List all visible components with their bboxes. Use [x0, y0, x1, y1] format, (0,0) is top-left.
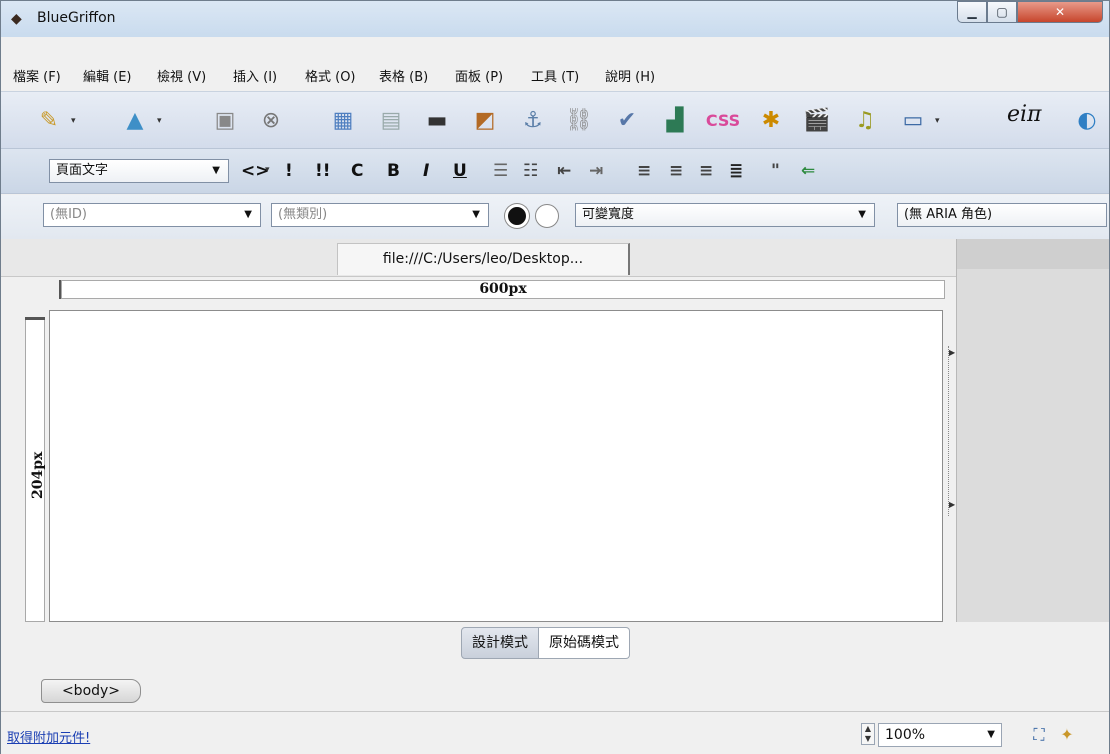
close-window-button[interactable]: ✕	[1017, 1, 1103, 23]
splitter-arrow-icon: ▶	[949, 500, 956, 509]
addons-puzzle-icon[interactable]: ✦	[1055, 723, 1079, 747]
new-document-icon[interactable]: ✎	[33, 104, 65, 136]
menu-tools[interactable]: 工具 (T)	[531, 66, 579, 85]
view-mode-switch: 設計模式 原始碼模式	[461, 627, 630, 661]
anchor-icon[interactable]: ⚓	[517, 104, 549, 136]
window-title: BlueGriffon	[37, 10, 116, 26]
menu-view[interactable]: 檢視 (V)	[157, 66, 206, 85]
document-tab-bar: file:///C:/Users/leo/Desktop...	[1, 239, 956, 277]
width-select-value: 可變寬度	[582, 207, 635, 222]
zoom-value: 100%	[885, 727, 926, 743]
publish-icon[interactable]: ▲	[119, 104, 151, 136]
menu-table[interactable]: 表格 (B)	[379, 66, 428, 85]
menu-edit[interactable]: 編輯 (E)	[83, 66, 132, 85]
align-left-button[interactable]: ≡	[637, 161, 651, 181]
breadcrumb-body[interactable]: <body>	[41, 679, 141, 703]
style-icon[interactable]: ✱	[755, 104, 787, 136]
align-center-button[interactable]: ≡	[669, 161, 683, 181]
emphasis-button[interactable]: !	[285, 161, 293, 181]
bullet-list-button[interactable]: ☰	[493, 161, 508, 181]
vertical-ruler-marker[interactable]	[25, 317, 45, 320]
underline-button[interactable]: U	[453, 161, 467, 181]
chevron-down-icon: ▼	[472, 209, 480, 220]
menu-file[interactable]: 檔案 (F)	[13, 66, 61, 85]
menu-insert[interactable]: 插入 (I)	[233, 66, 277, 85]
id-select[interactable]: (無ID) ▼	[43, 203, 261, 227]
align-right-button[interactable]: ≡	[699, 161, 713, 181]
title-bar: ◆ BlueGriffon ▁ ▢ ✕	[1, 1, 1109, 37]
app-window: ◆ BlueGriffon ▁ ▢ ✕ 檔案 (F) 編輯 (E) 檢視 (V)…	[0, 0, 1110, 754]
menu-help[interactable]: 說明 (H)	[605, 66, 655, 85]
browser-icon[interactable]: ◐	[1071, 104, 1103, 136]
document-tab[interactable]: file:///C:/Users/leo/Desktop...	[337, 243, 630, 275]
window-icon[interactable]: ▭	[897, 104, 929, 136]
format-toolbar: 頁面文字 ▼ <> ▾ ! !! C B I U ☰ ☷ ⇤ ⇥ ≡ ≡ ≡ ≣…	[1, 149, 1109, 194]
window-dropdown-arrow-icon[interactable]: ▾	[935, 116, 940, 126]
publish-dropdown-arrow-icon[interactable]: ▾	[157, 116, 162, 126]
horizontal-ruler: 600px	[61, 280, 945, 299]
form-icon[interactable]: ▤	[375, 104, 407, 136]
bluegriffon-logo-icon: ◆	[11, 11, 22, 27]
css-icon[interactable]: CSS	[706, 104, 740, 136]
bold-button[interactable]: B	[387, 161, 400, 181]
blockquote-button[interactable]: "	[771, 161, 780, 181]
indent-button[interactable]: ⇥	[589, 161, 603, 181]
strong-button[interactable]: !!	[315, 161, 331, 181]
paragraph-format-value: 頁面文字	[56, 163, 109, 178]
menu-panels[interactable]: 面板 (P)	[455, 66, 503, 85]
chevron-down-icon: ▼	[244, 209, 252, 220]
menu-format[interactable]: 格式 (O)	[305, 66, 356, 85]
chevron-down-icon: ▼	[858, 209, 866, 220]
design-mode-button[interactable]: 設計模式	[461, 627, 539, 659]
status-bar: 取得附加元件! ▲ ▼ 100% ▼ ⛶ ✦	[1, 711, 1109, 754]
width-select[interactable]: 可變寬度 ▼	[575, 203, 875, 227]
close-document-icon[interactable]: ⊗	[255, 104, 287, 136]
class-select-value: (無類別)	[278, 207, 328, 222]
aria-role-select[interactable]: (無 ARIA 角色)	[897, 203, 1107, 227]
chart-icon[interactable]: ▟	[659, 104, 691, 136]
italic-button[interactable]: I	[423, 161, 429, 181]
main-toolbar: ✎ ▾ ▲ ▾ ▣ ⊗ ▦ ▤ ▬ ◩ ⚓ ⛓ ✔ ▟ CSS ✱ 🎬 ♫ ▭ …	[1, 91, 1109, 149]
image-icon[interactable]: ▬	[421, 104, 453, 136]
remove-format-button[interactable]: ⇐	[801, 161, 815, 181]
image-map-icon[interactable]: ◩	[469, 104, 501, 136]
id-select-value: (無ID)	[50, 207, 87, 222]
link-icon[interactable]: ⛓	[563, 104, 595, 136]
code-button[interactable]: C	[351, 161, 363, 181]
video-icon[interactable]: 🎬	[801, 104, 833, 136]
zoom-select[interactable]: 100% ▼	[878, 723, 1002, 747]
table-icon[interactable]: ▦	[327, 104, 359, 136]
aria-role-value: (無 ARIA 角色)	[904, 207, 993, 222]
panel-splitter[interactable]: ▶ ▶	[948, 346, 955, 516]
side-panel-header	[957, 239, 1109, 269]
new-dropdown-arrow-icon[interactable]: ▾	[71, 116, 76, 126]
justify-button[interactable]: ≣	[729, 161, 743, 181]
tag-dropdown-arrow-icon[interactable]: ▾	[265, 165, 270, 175]
maximize-button[interactable]: ▢	[987, 1, 1017, 23]
paragraph-format-select[interactable]: 頁面文字 ▼	[49, 159, 229, 183]
vertical-ruler-label: 204px	[30, 451, 46, 499]
math-icon[interactable]: eiπ	[1007, 102, 1042, 127]
editor-canvas[interactable]	[49, 310, 943, 622]
chevron-down-icon: ▼	[987, 729, 995, 740]
menu-bar: 檔案 (F) 編輯 (E) 檢視 (V) 插入 (I) 格式 (O) 表格 (B…	[1, 57, 1109, 89]
audio-icon[interactable]: ♫	[849, 104, 881, 136]
source-mode-button[interactable]: 原始碼模式	[539, 627, 630, 659]
chevron-down-icon: ▼	[212, 165, 220, 176]
side-panel	[956, 239, 1109, 622]
splitter-arrow-icon: ▶	[949, 348, 956, 357]
numbered-list-button[interactable]: ☷	[523, 161, 538, 181]
save-icon[interactable]: ▣	[209, 104, 241, 136]
class-select[interactable]: (無類別) ▼	[271, 203, 489, 227]
background-color-icon[interactable]	[535, 204, 559, 228]
spell-check-icon[interactable]: ✔	[611, 104, 643, 136]
zoom-spinner[interactable]: ▲ ▼	[861, 723, 875, 745]
get-addons-link[interactable]: 取得附加元件!	[7, 727, 90, 746]
outdent-button[interactable]: ⇤	[557, 161, 571, 181]
fullscreen-icon[interactable]: ⛶	[1027, 723, 1051, 747]
foreground-color-icon[interactable]	[505, 204, 529, 228]
minimize-button[interactable]: ▁	[957, 1, 987, 23]
